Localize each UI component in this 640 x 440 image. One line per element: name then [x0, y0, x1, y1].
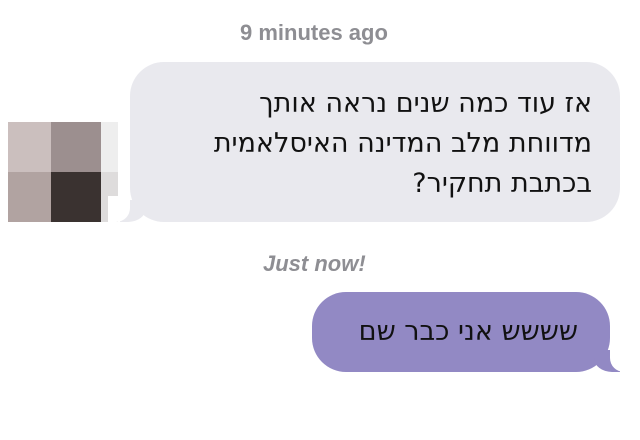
avatar-pixel	[101, 122, 118, 172]
message-text: אז עוד כמה שנים נראה אותך מדווחת מלב המד…	[152, 84, 592, 204]
message-line: בכתבת תחקיר?	[412, 168, 592, 199]
chat-thread: 9 minutes ago אז עוד כמה שנים נראה אותך …	[0, 0, 640, 440]
avatar-pixel	[51, 172, 101, 222]
message-line: מדווחת מלב המדינה האיסלאמית	[213, 128, 592, 159]
message-line: אז עוד כמה שנים נראה אותך	[259, 88, 592, 119]
avatar[interactable]	[8, 122, 118, 222]
message-timestamp: 9 minutes ago	[240, 20, 388, 45]
message-text: שששש אני כבר שם	[358, 316, 578, 347]
avatar-pixel	[8, 172, 51, 222]
message-timestamp: Just now!	[263, 251, 366, 276]
avatar-pixel	[51, 122, 101, 172]
incoming-message-bubble[interactable]: אז עוד כמה שנים נראה אותך מדווחת מלב המד…	[108, 62, 620, 222]
outgoing-message-bubble[interactable]: שששש אני כבר שם	[312, 292, 632, 372]
avatar-pixel	[8, 122, 51, 172]
